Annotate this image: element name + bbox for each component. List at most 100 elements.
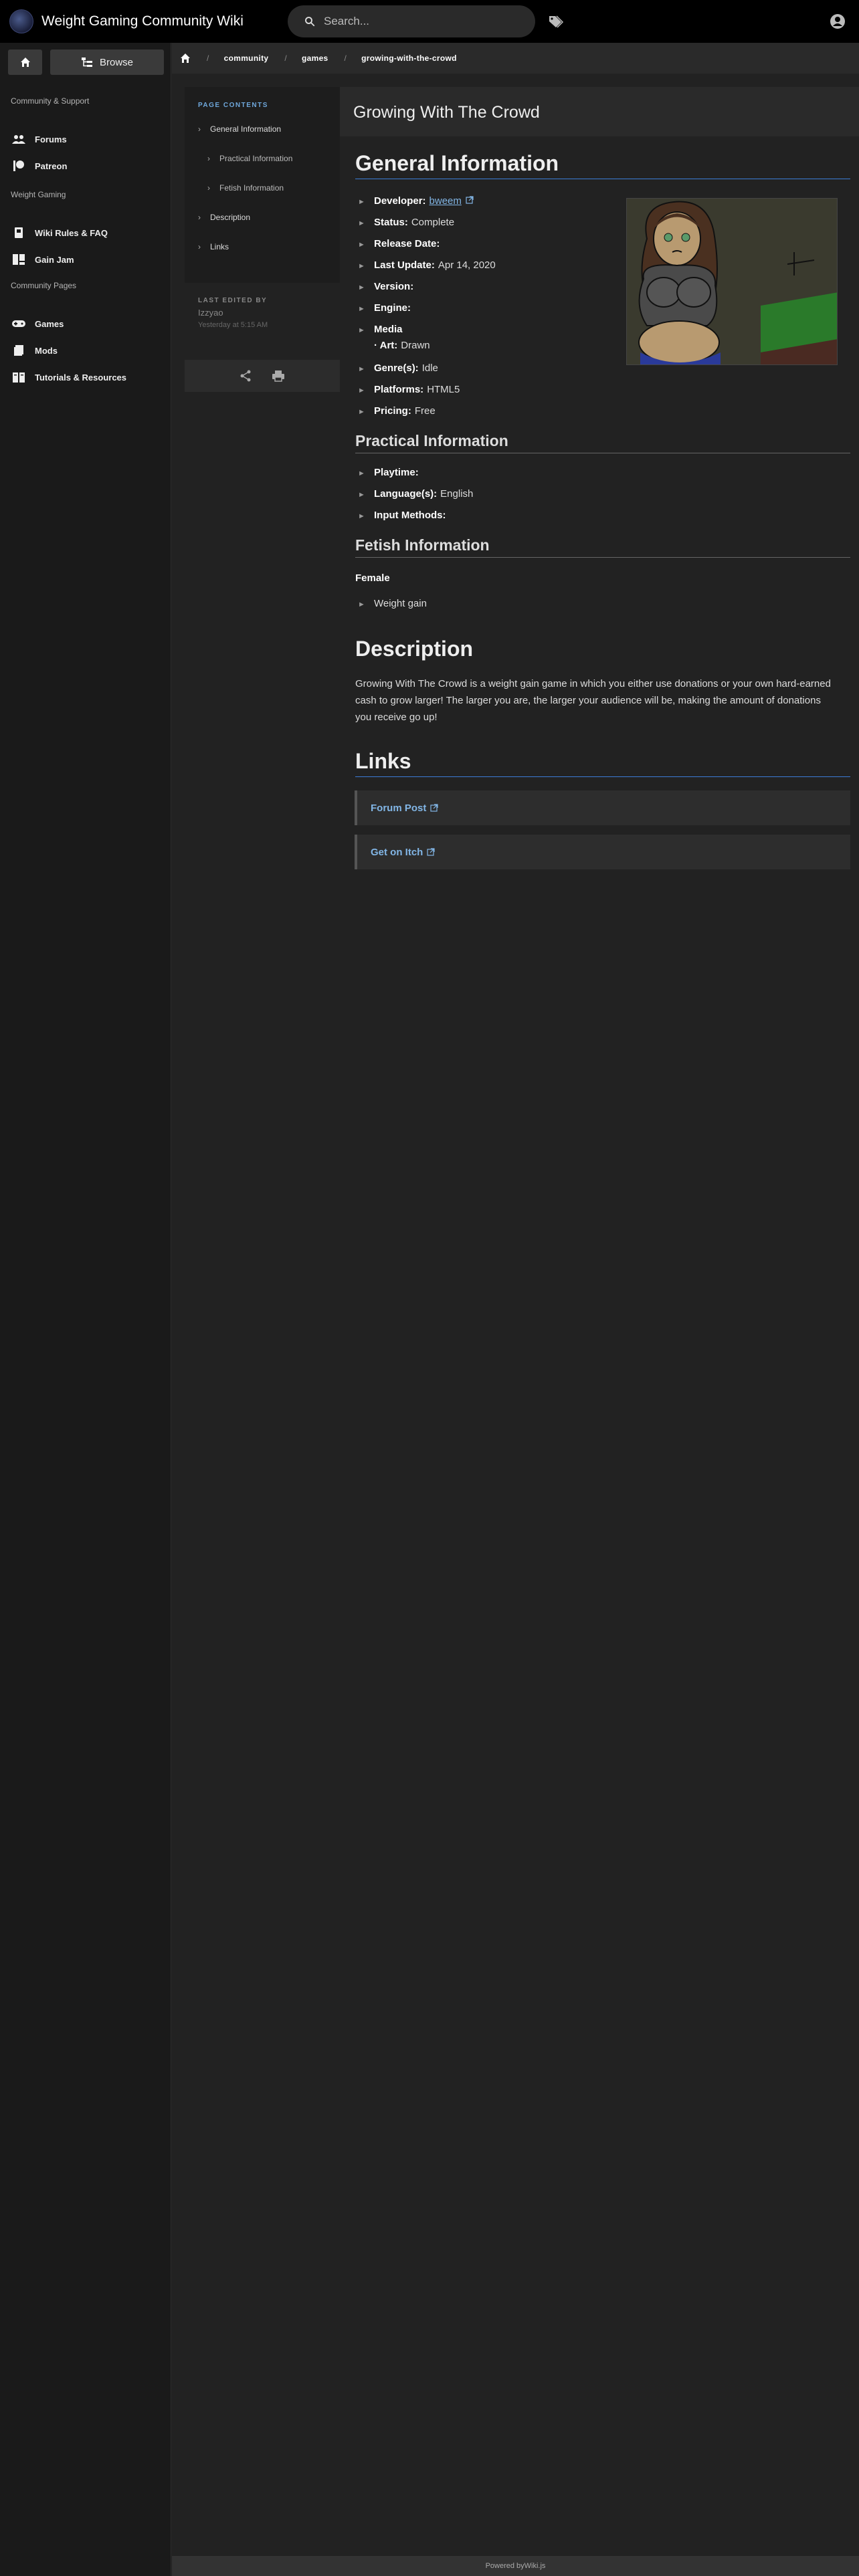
sidebar-item-label: Patreon xyxy=(35,160,68,171)
gamepad-icon xyxy=(11,317,27,330)
share-icon[interactable] xyxy=(240,370,252,382)
art-value: Drawn xyxy=(401,340,430,351)
developer-label: Developer: xyxy=(374,195,426,207)
toc-item-label: Practical Information xyxy=(219,154,293,163)
toc-title: PAGE CONTENTS xyxy=(198,102,268,109)
heading-links[interactable]: Links xyxy=(355,749,850,777)
sidebar-item-label: Gain Jam xyxy=(35,254,74,265)
bullet-icon: ► xyxy=(358,512,365,520)
fetish-item-value: Weight gain xyxy=(374,598,427,609)
genre-value: Idle xyxy=(421,362,438,374)
version-label: Version: xyxy=(374,281,414,292)
tutorial-icon xyxy=(11,370,27,384)
heading-description[interactable]: Description xyxy=(355,637,850,664)
bullet-icon: ► xyxy=(358,198,365,206)
home-icon xyxy=(20,58,30,67)
section-header-community-pages: Community Pages xyxy=(11,281,77,290)
sidebar-item-games[interactable]: Games xyxy=(11,317,64,330)
input-methods-row: ► Input Methods: xyxy=(358,510,449,521)
toc-item-label: Description xyxy=(210,213,251,222)
wikijs-link[interactable]: Wiki.js xyxy=(524,2562,546,2570)
art-label: · Art: xyxy=(374,340,398,351)
search-box[interactable] xyxy=(288,5,535,37)
art-row: · Art: Drawn xyxy=(374,340,430,351)
chevron-right-icon: › xyxy=(198,242,201,251)
sidebar-item-mods[interactable]: Mods xyxy=(11,344,58,357)
people-icon xyxy=(11,132,27,146)
page-title-bar: Growing With The Crowd xyxy=(340,87,859,136)
heading-fetish-information[interactable]: Fetish Information xyxy=(355,536,850,558)
print-icon[interactable] xyxy=(272,370,285,382)
heading-practical-information[interactable]: Practical Information xyxy=(355,432,850,453)
last-update-row: ► Last Update: Apr 14, 2020 xyxy=(358,259,496,271)
account-icon[interactable] xyxy=(830,13,846,29)
sidebar-item-forums[interactable]: Forums xyxy=(11,132,67,146)
pricing-row: ► Pricing: Free xyxy=(358,405,436,417)
toc-item-practical[interactable]: › Practical Information xyxy=(207,154,292,163)
breadcrumb-games[interactable]: games xyxy=(302,53,328,63)
search-input[interactable] xyxy=(324,15,511,28)
heading-general-information[interactable]: General Information xyxy=(355,151,850,179)
bullet-icon: ► xyxy=(358,219,365,227)
site-logo[interactable] xyxy=(9,9,33,33)
forum-post-label: Forum Post xyxy=(371,802,427,814)
platforms-row: ► Platforms: HTML5 xyxy=(358,384,460,395)
get-on-itch-label: Get on Itch xyxy=(371,846,423,858)
game-cover-image[interactable] xyxy=(626,198,838,365)
last-edited-user[interactable]: Izzyao xyxy=(198,308,223,318)
last-update-value: Apr 14, 2020 xyxy=(438,259,496,271)
bullet-icon: ► xyxy=(358,305,365,313)
description-text: Growing With The Crowd is a weight gain … xyxy=(355,678,831,723)
sidebar-item-label: Mods xyxy=(35,345,58,356)
general-information-section: General Information xyxy=(355,151,850,179)
input-methods-label: Input Methods: xyxy=(374,510,446,521)
language-label: Language(s): xyxy=(374,488,438,500)
last-edited-label: LAST EDITED BY xyxy=(198,297,268,304)
top-header: Weight Gaming Community Wiki xyxy=(0,0,859,43)
sidebar-item-wiki-rules[interactable]: Wiki Rules & FAQ xyxy=(11,226,108,239)
status-row: ► Status: Complete xyxy=(358,217,454,228)
site-title[interactable]: Weight Gaming Community Wiki xyxy=(41,13,244,29)
breadcrumb-community[interactable]: community xyxy=(224,53,269,63)
chevron-right-icon: › xyxy=(207,183,210,193)
bullet-icon: ► xyxy=(358,326,365,334)
mods-icon xyxy=(11,344,27,357)
genre-label: Genre(s): xyxy=(374,362,419,374)
links-section: Links xyxy=(355,749,850,777)
platforms-value: HTML5 xyxy=(427,384,460,395)
breadcrumb-page[interactable]: growing-with-the-crowd xyxy=(361,53,457,63)
breadcrumb-separator: / xyxy=(284,53,287,63)
chevron-right-icon: › xyxy=(207,154,210,163)
release-date-label: Release Date: xyxy=(374,238,440,249)
sidebar-item-label: Forums xyxy=(35,134,67,144)
toc-item-description[interactable]: › Description xyxy=(198,213,250,222)
home-icon[interactable] xyxy=(180,53,191,64)
developer-link[interactable]: bweem xyxy=(430,195,462,207)
sidebar-item-gain-jam[interactable]: Gain Jam xyxy=(11,253,74,266)
practical-information-section: Practical Information xyxy=(355,432,850,453)
forum-post-link[interactable]: Forum Post xyxy=(355,790,850,825)
playtime-label: Playtime: xyxy=(374,467,419,478)
sidebar-item-patreon[interactable]: Patreon xyxy=(11,159,67,173)
pricing-label: Pricing: xyxy=(374,405,411,417)
pricing-value: Free xyxy=(414,405,436,417)
toc-item-general[interactable]: › General Information xyxy=(198,124,281,134)
section-header-community: Community & Support xyxy=(11,96,90,106)
toc-item-fetish[interactable]: › Fetish Information xyxy=(207,183,284,193)
browse-button[interactable]: Browse xyxy=(50,49,164,75)
bullet-icon: ► xyxy=(358,387,365,395)
developer-row: ► Developer: bweem xyxy=(358,195,474,207)
last-edited-time: Yesterday at 5:15 AM xyxy=(198,321,268,329)
search-icon xyxy=(305,17,315,27)
tree-icon xyxy=(81,58,92,67)
sidebar-item-tutorials[interactable]: Tutorials & Resources xyxy=(11,370,126,384)
tags-icon[interactable] xyxy=(547,13,565,29)
get-on-itch-link[interactable]: Get on Itch xyxy=(355,835,850,869)
jam-icon xyxy=(11,253,27,266)
sidebar: Browse Community & Support Forums Patreo… xyxy=(0,43,171,2576)
section-header-weight-gaming: Weight Gaming xyxy=(11,190,66,199)
female-label: Female xyxy=(355,572,390,584)
toc-item-links[interactable]: › Links xyxy=(198,242,229,251)
bullet-icon: ► xyxy=(358,365,365,373)
home-button[interactable] xyxy=(8,49,42,75)
